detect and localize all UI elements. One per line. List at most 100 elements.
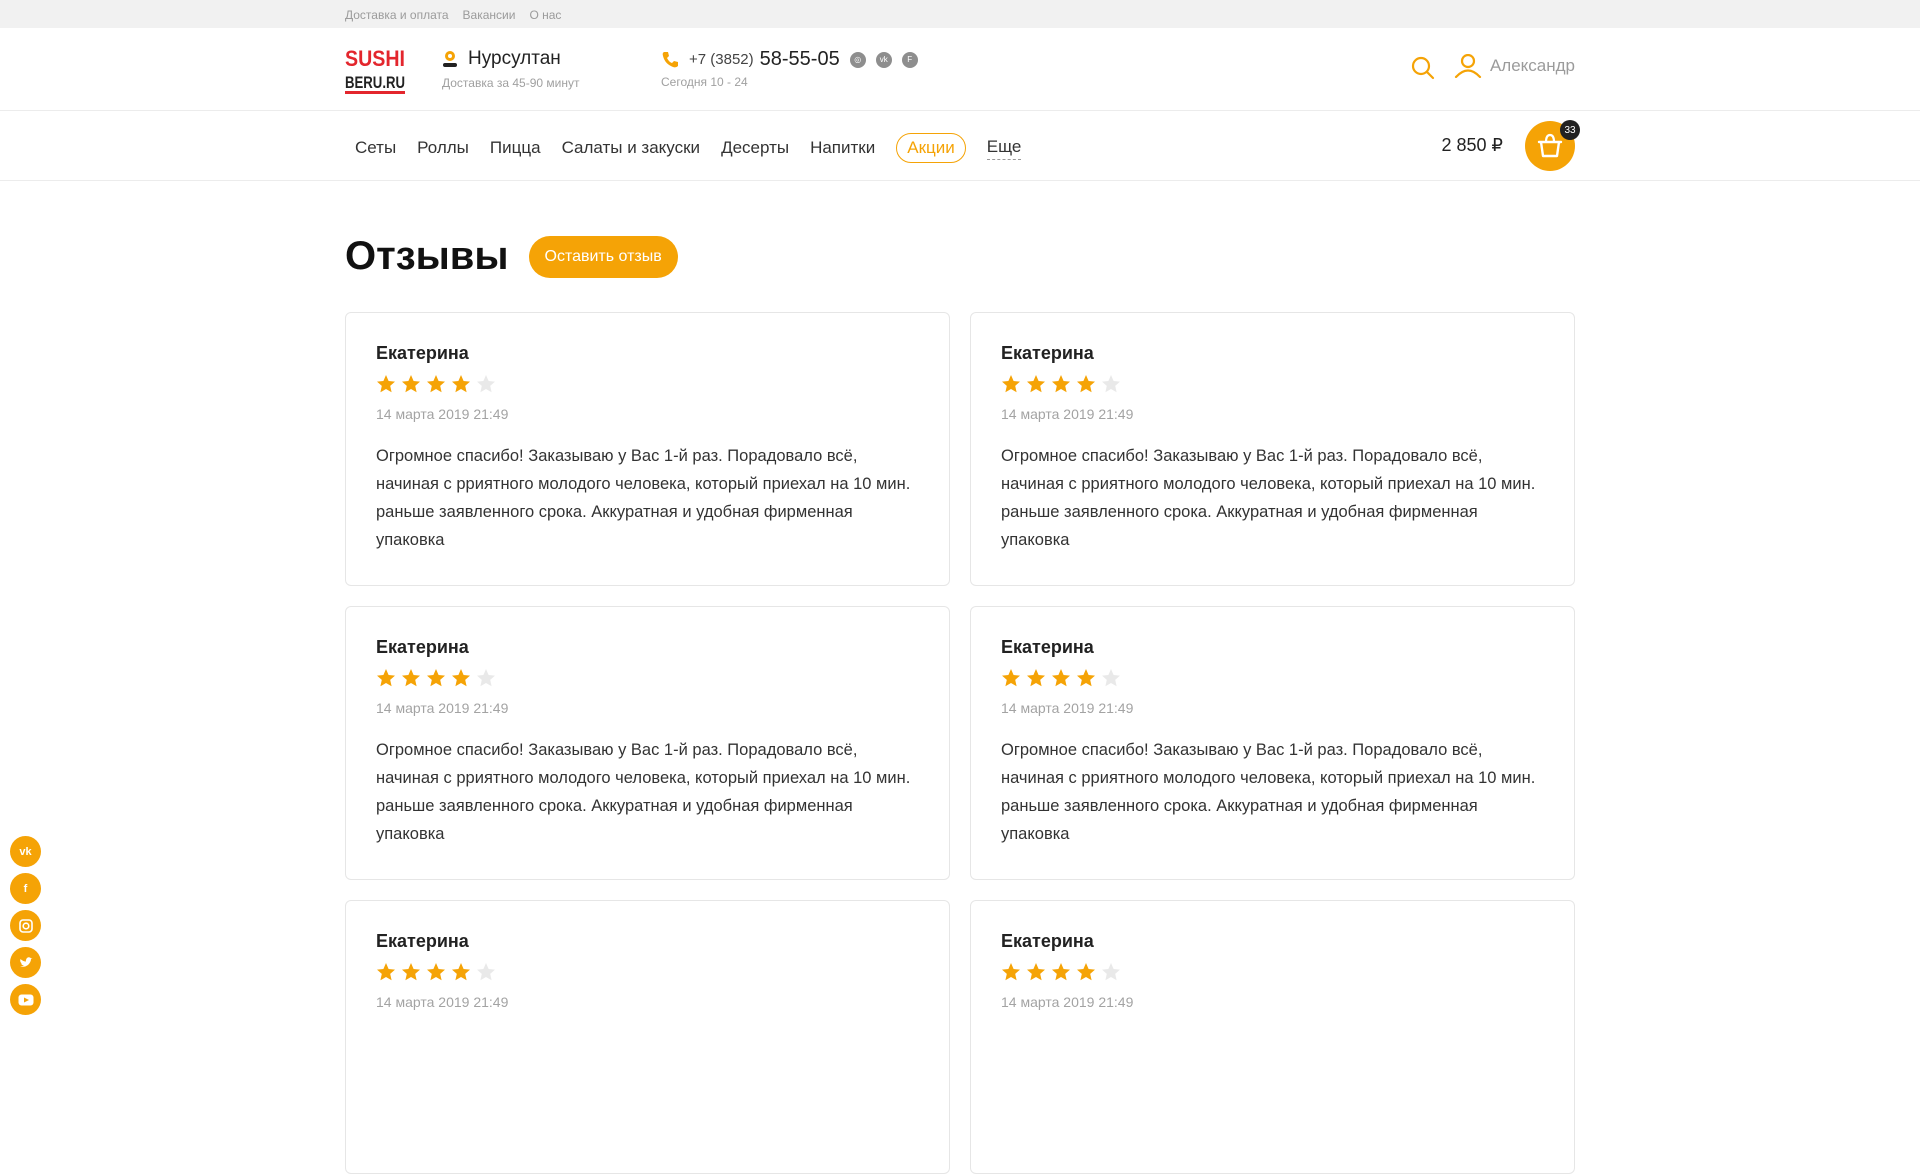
svg-text:SUSHI: SUSHI [345, 46, 405, 71]
review-rating [1001, 374, 1544, 394]
star-filled-icon [1002, 963, 1020, 981]
facebook-icon[interactable]: f [10, 873, 41, 904]
review-rating [376, 374, 919, 394]
cart-icon [1537, 133, 1563, 158]
phone-block: +7 (3852) 58-55-05 ◎ vk F Сегодня 10 - 2… [661, 48, 918, 89]
star-filled-icon [427, 669, 445, 687]
review-date: 14 марта 2019 21:49 [1001, 994, 1134, 1010]
star-filled-icon [427, 375, 445, 393]
review-card: Екатерина 14 марта 2019 21:49 [345, 900, 950, 1174]
review-author: Екатерина [1001, 343, 1094, 363]
review-text: Огромное спасибо! Заказываю у Вас 1-й ра… [376, 741, 911, 843]
foursquare-mini-icon[interactable]: F [901, 51, 918, 68]
svg-text:BERU.RU: BERU.RU [345, 73, 405, 92]
star-empty-icon [1102, 375, 1120, 393]
delivery-time: Доставка за 45-90 минут [442, 76, 580, 90]
menu-item-sets[interactable]: Сеты [355, 138, 396, 158]
header: SUSHI BERU.RU Нурсултан Доставка за 45-9… [0, 28, 1920, 111]
star-filled-icon [1027, 963, 1045, 981]
cart-button[interactable]: 33 [1525, 120, 1580, 171]
menu-item-promo[interactable]: Акции [896, 133, 966, 163]
star-filled-icon [1002, 669, 1020, 687]
review-author: Екатерина [376, 931, 469, 951]
menu-item-salads[interactable]: Салаты и закуски [562, 138, 701, 158]
instagram-icon[interactable] [10, 910, 41, 941]
twitter-icon[interactable] [10, 947, 41, 978]
review-author: Екатерина [1001, 637, 1094, 657]
star-filled-icon [1052, 669, 1070, 687]
review-author: Екатерина [1001, 931, 1094, 951]
star-filled-icon [377, 375, 395, 393]
vk-icon[interactable]: vk [10, 836, 41, 867]
city-name: Нурсултан [468, 48, 561, 69]
user-icon [1454, 54, 1482, 78]
review-text: Огромное спасибо! Заказываю у Вас 1-й ра… [1001, 741, 1536, 843]
vk-mini-icon[interactable]: vk [875, 51, 892, 68]
review-date: 14 марта 2019 21:49 [376, 700, 509, 716]
review-date: 14 марта 2019 21:49 [1001, 700, 1134, 716]
search-button[interactable] [1411, 56, 1435, 85]
menu-item-more[interactable]: Еще [986, 137, 1022, 160]
star-filled-icon [427, 963, 445, 981]
review-rating [1001, 962, 1544, 982]
phone-code: +7 (3852) [689, 51, 754, 68]
star-filled-icon [1002, 375, 1020, 393]
review-rating [376, 962, 919, 982]
page-header: Отзывы Оставить отзыв [345, 234, 678, 279]
star-filled-icon [452, 375, 470, 393]
star-filled-icon [1077, 963, 1095, 981]
menu-item-pizza[interactable]: Пицца [490, 138, 541, 158]
star-empty-icon [477, 375, 495, 393]
city-selector[interactable]: Нурсултан Доставка за 45-90 минут [442, 48, 579, 90]
review-card: Екатерина 14 марта 2019 21:49 Огромное спа… [345, 312, 950, 586]
top-bar: Доставка и оплата Вакансии О нас [0, 0, 1920, 28]
leave-review-button[interactable]: Оставить отзыв [528, 235, 678, 278]
cart-sum: 2 850 ₽ [1441, 135, 1504, 155]
star-empty-icon [1102, 963, 1120, 981]
review-card: Екатерина 14 марта 2019 21:49 Огромное спа… [970, 606, 1575, 880]
top-link-about[interactable]: О нас [529, 8, 561, 22]
top-links: Доставка и оплата Вакансии О нас [345, 0, 1575, 22]
working-hours: Сегодня 10 - 24 [661, 75, 748, 89]
star-filled-icon [402, 375, 420, 393]
star-filled-icon [402, 963, 420, 981]
review-rating [376, 668, 919, 688]
review-author: Екатерина [376, 637, 469, 657]
menu-item-drinks[interactable]: Напитки [810, 138, 875, 158]
star-filled-icon [452, 669, 470, 687]
star-filled-icon [1077, 669, 1095, 687]
menu-item-rolls[interactable]: Роллы [417, 138, 469, 158]
star-filled-icon [1027, 375, 1045, 393]
top-link-vacancies[interactable]: Вакансии [463, 8, 516, 22]
star-filled-icon [1077, 375, 1095, 393]
reviews-list: Екатерина 14 марта 2019 21:49 Огромное спа… [345, 312, 1575, 1174]
review-author: Екатерина [376, 343, 469, 363]
review-card: Екатерина 14 марта 2019 21:49 Огромное спа… [345, 606, 950, 880]
phone-number[interactable]: 58-55-05 [760, 48, 840, 71]
user-account[interactable]: Александр [1454, 54, 1575, 78]
star-empty-icon [477, 963, 495, 981]
star-filled-icon [377, 669, 395, 687]
star-empty-icon [477, 669, 495, 687]
star-filled-icon [377, 963, 395, 981]
review-card: Екатерина 14 марта 2019 21:49 [970, 900, 1575, 1174]
location-pin-icon [443, 51, 457, 67]
menu-item-desserts[interactable]: Десерты [721, 138, 789, 158]
review-card: Екатерина 14 марта 2019 21:49 Огромное спа… [970, 312, 1575, 586]
main-nav: Сеты Роллы Пицца Салаты и закуски Десерт… [0, 111, 1920, 181]
star-filled-icon [1027, 669, 1045, 687]
review-date: 14 марта 2019 21:49 [376, 994, 509, 1010]
star-filled-icon [1052, 375, 1070, 393]
top-link-delivery[interactable]: Доставка и оплата [345, 8, 449, 22]
page-title: Отзывы [345, 234, 509, 278]
search-icon [1411, 56, 1435, 80]
instagram-mini-icon[interactable]: ◎ [849, 51, 866, 68]
star-filled-icon [1052, 963, 1070, 981]
youtube-icon[interactable] [10, 984, 41, 1015]
logo[interactable]: SUSHI BERU.RU [345, 44, 405, 96]
review-rating [1001, 668, 1544, 688]
cart-count-badge: 33 [1560, 120, 1580, 140]
star-empty-icon [1102, 669, 1120, 687]
review-text: Огромное спасибо! Заказываю у Вас 1-й ра… [376, 447, 911, 549]
user-name: Александр [1489, 56, 1575, 75]
